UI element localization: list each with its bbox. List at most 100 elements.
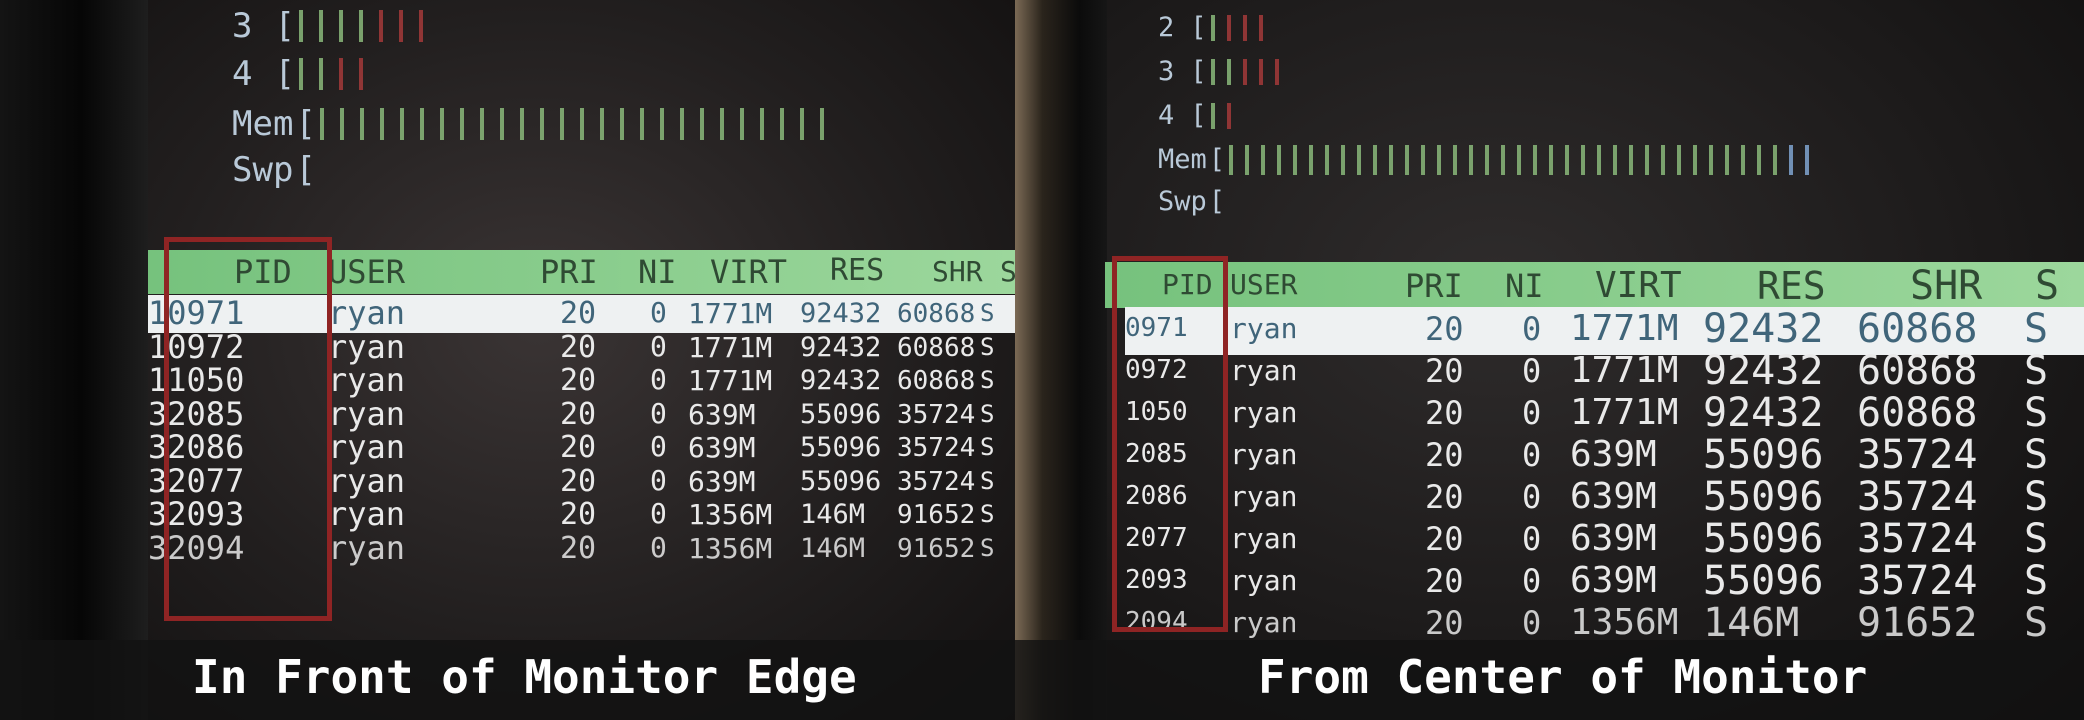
cell-s: S <box>980 366 995 394</box>
cell-s: S <box>2024 390 2049 436</box>
cell-pri: 20 <box>560 497 597 532</box>
cell-pri: 20 <box>560 396 597 432</box>
cell-user: ryan <box>328 361 406 399</box>
meter-bar <box>1517 144 1522 175</box>
meter-bar <box>1613 144 1618 175</box>
meter-bar <box>1773 144 1778 175</box>
cell-res: 146M <box>800 532 866 564</box>
col-virt[interactable]: VIRT <box>1595 268 1682 304</box>
meter-bar <box>1210 102 1215 129</box>
meter-bar <box>1485 144 1490 175</box>
monitor-bezel <box>0 0 148 720</box>
cell-ni: 0 <box>650 396 667 430</box>
cell-pri: 20 <box>1425 394 1464 432</box>
col-shr[interactable]: SHR <box>932 258 983 286</box>
meter-bar <box>1421 144 1426 175</box>
meter-bar <box>799 108 804 140</box>
meter-bar <box>318 10 323 42</box>
mem-meter: Mem [ <box>1158 144 1821 175</box>
meter-bracket: [ <box>1208 186 1226 217</box>
cell-virt: 639M <box>688 431 756 464</box>
meter-bar <box>338 58 343 90</box>
col-res[interactable]: RES <box>1757 267 1826 305</box>
cell-virt: 639M <box>1570 434 1657 475</box>
col-user[interactable]: USER <box>1230 271 1297 299</box>
col-user[interactable]: USER <box>328 256 405 288</box>
cell-res: 55096 <box>1703 516 1824 562</box>
cell-user: ryan <box>1230 564 1298 597</box>
cell-shr: 35724 <box>897 433 976 463</box>
col-s[interactable]: S <box>1000 258 1015 286</box>
meter-bar <box>1645 144 1650 175</box>
meter-bar <box>1789 144 1794 175</box>
meter-bar <box>1226 14 1231 41</box>
meter-label: 4 <box>232 54 253 94</box>
meter-bar <box>338 10 343 42</box>
cell-ni: 0 <box>1522 352 1542 390</box>
meter-bracket: [ <box>1190 100 1207 131</box>
meter-bar <box>1389 144 1394 175</box>
meter-bar <box>1533 144 1538 175</box>
cell-virt: 1356M <box>688 531 773 565</box>
cell-res: 92432 <box>800 298 882 329</box>
col-s[interactable]: S <box>2035 266 2059 306</box>
cell-ni: 0 <box>1522 310 1542 348</box>
meter-bar <box>1258 58 1263 85</box>
cell-shr: 60868 <box>1857 306 1978 352</box>
cell-virt: 1771M <box>1570 350 1679 391</box>
meter-bar <box>1242 58 1247 85</box>
cell-user: ryan <box>1230 312 1298 345</box>
cell-shr: 35724 <box>1857 558 1978 604</box>
cell-ni: 0 <box>650 296 667 329</box>
col-pri[interactable]: PRI <box>540 256 598 288</box>
cell-res: 55096 <box>1703 432 1824 478</box>
cell-user: ryan <box>328 495 406 533</box>
cell-pri: 20 <box>560 363 597 398</box>
cell-shr: 91652 <box>1857 600 1978 646</box>
meter-bar <box>1229 144 1234 175</box>
meter-bar <box>1805 144 1810 175</box>
meter-bar <box>459 108 464 140</box>
cpu-meter-4: 4 [ <box>232 54 379 94</box>
meter-label: 3 <box>1158 56 1175 87</box>
meter-bar <box>1597 144 1602 175</box>
col-shr[interactable]: SHR <box>1910 266 1982 306</box>
meter-bar <box>418 10 423 42</box>
meter-label: 3 <box>232 6 253 46</box>
meter-bar <box>1405 144 1410 175</box>
meter-bar <box>559 108 564 140</box>
meter-bar <box>1661 144 1666 175</box>
cell-shr: 35724 <box>1857 432 1978 478</box>
cell-user: ryan <box>328 394 406 433</box>
meter-label: Swp <box>232 150 294 190</box>
meter-bar <box>1277 144 1282 175</box>
meter-bar <box>619 108 624 140</box>
meter-bar <box>1309 144 1314 175</box>
cell-res: 55096 <box>800 432 882 463</box>
right-caption: From Center of Monitor <box>1258 650 1868 704</box>
meter-bar <box>1581 144 1586 175</box>
col-pri[interactable]: PRI <box>1405 270 1463 302</box>
meter-bar <box>358 10 363 42</box>
meter-bar <box>639 108 644 140</box>
cell-user: ryan <box>328 327 406 366</box>
cell-s: S <box>980 533 995 562</box>
col-res[interactable]: RES <box>830 256 884 286</box>
monitor-bezel <box>1015 0 1107 720</box>
process-table-header[interactable]: PID USER PRI NI VIRT RES SHR S <box>1105 262 2084 308</box>
cell-pri: 20 <box>560 329 597 365</box>
col-virt[interactable]: VIRT <box>710 256 787 288</box>
cell-user: ryan <box>328 528 406 567</box>
cell-s: S <box>2024 558 2049 604</box>
meter-bar <box>819 108 824 140</box>
cpu-meter-3: 3 [ <box>1158 56 1291 87</box>
cell-pri: 20 <box>1425 436 1464 474</box>
cell-pri: 20 <box>560 530 597 566</box>
col-ni[interactable]: NI <box>1505 270 1544 302</box>
cell-pri: 20 <box>1425 604 1464 642</box>
meter-bar <box>1501 144 1506 175</box>
cell-shr: 35724 <box>897 466 976 497</box>
col-ni[interactable]: NI <box>638 256 677 288</box>
meter-bar <box>599 108 604 140</box>
meter-bar <box>419 108 424 140</box>
